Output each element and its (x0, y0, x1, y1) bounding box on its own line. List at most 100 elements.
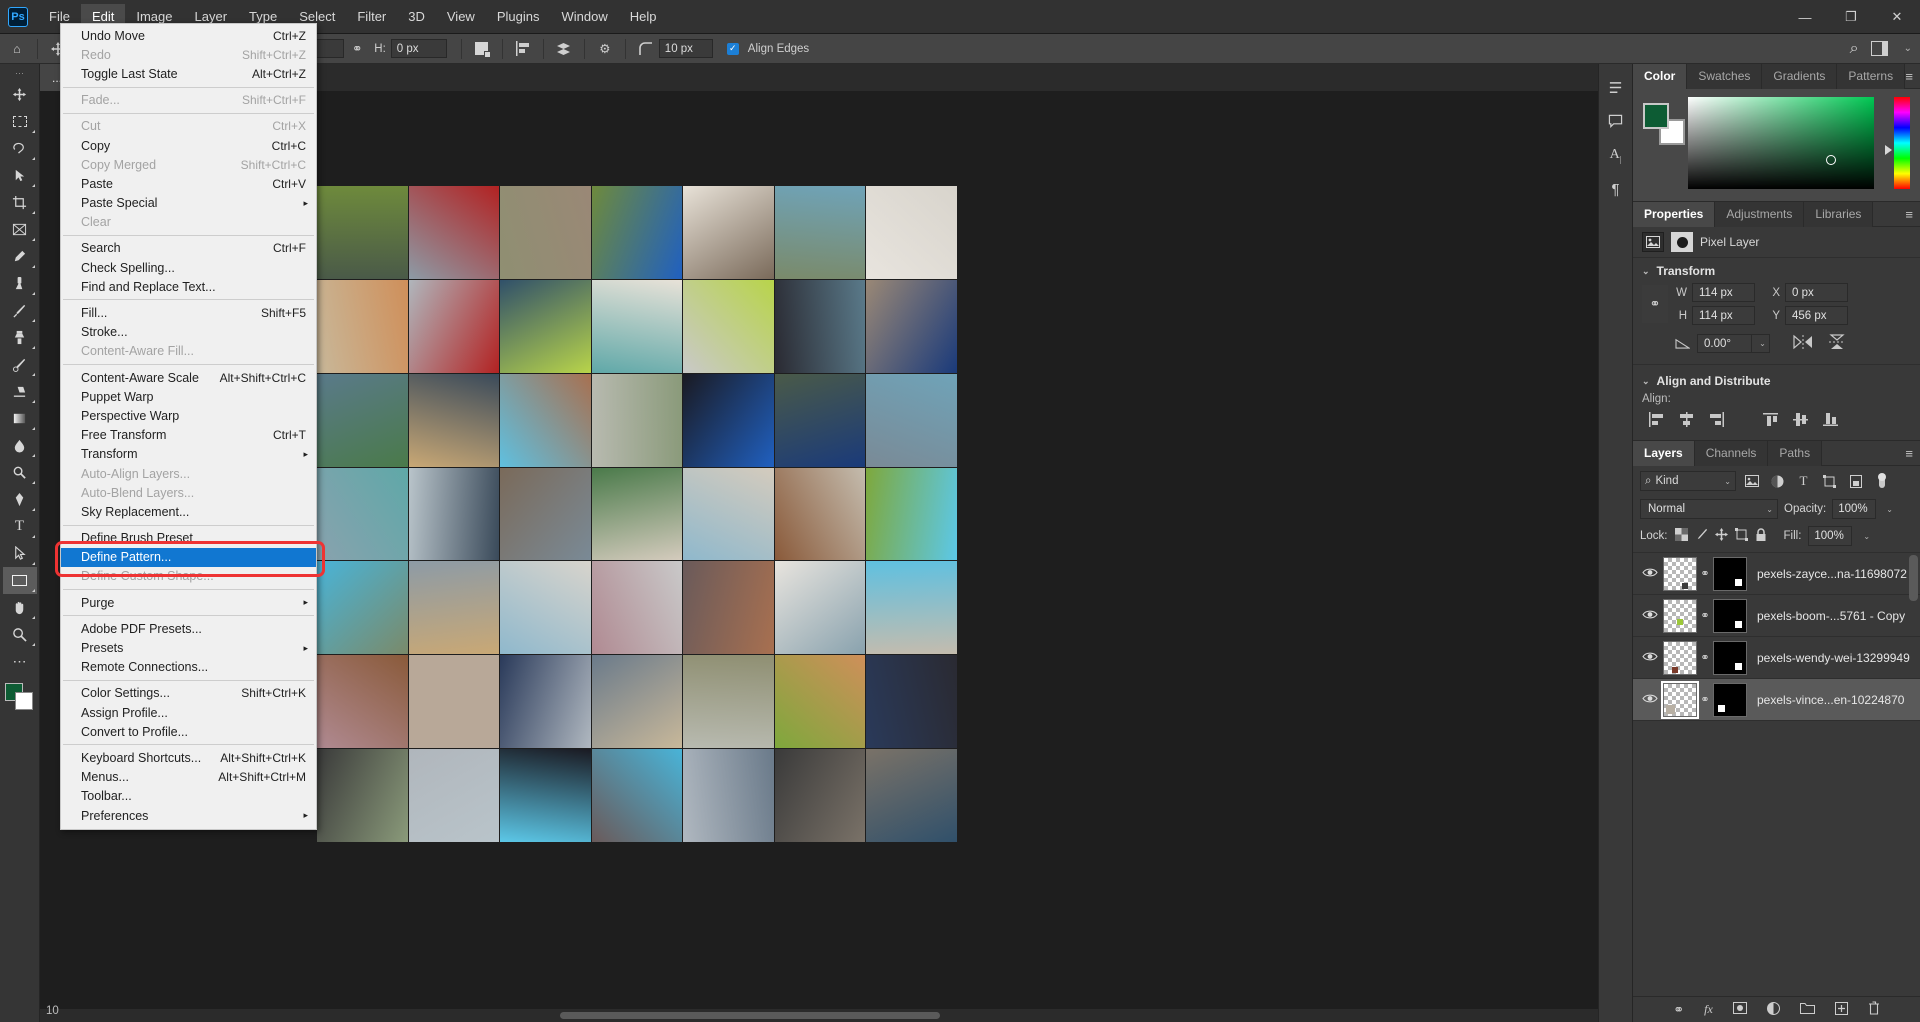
collage-photo[interactable] (409, 468, 500, 561)
add-layer-mask-icon[interactable] (1733, 1002, 1747, 1017)
collage-photo[interactable] (317, 280, 408, 373)
collage-photo[interactable] (409, 374, 500, 467)
collage-photo[interactable] (500, 561, 591, 654)
layer-visibility-icon[interactable] (1637, 609, 1663, 623)
menu-item-define-brush-preset[interactable]: Define Brush Preset (61, 529, 316, 548)
menu-filter[interactable]: Filter (346, 4, 397, 30)
collage-photo[interactable] (866, 561, 957, 654)
chevron-down-icon[interactable]: ⌄ (1642, 376, 1650, 387)
menu-item-toolbar[interactable]: Toolbar... (61, 787, 316, 806)
filter-pixel-icon[interactable] (1741, 471, 1762, 491)
height-input[interactable]: 0 px (391, 39, 447, 58)
path-alignment-icon[interactable] (510, 37, 536, 61)
collage-photo[interactable] (500, 655, 591, 748)
menu-item-find-and-replace-text[interactable]: Find and Replace Text... (61, 277, 316, 296)
lock-all-icon[interactable] (1755, 528, 1767, 545)
menu-help[interactable]: Help (619, 4, 668, 30)
menu-plugins[interactable]: Plugins (486, 4, 551, 30)
chevron-down-icon[interactable]: ⌄ (1863, 532, 1870, 541)
menu-item-transform[interactable]: Transform▸ (61, 445, 316, 464)
collage-photo[interactable] (409, 280, 500, 373)
foreground-color-swatch[interactable] (1643, 103, 1669, 129)
home-icon[interactable]: ⌂ (4, 37, 30, 61)
collage-photo[interactable] (317, 374, 408, 467)
toolbar-grip[interactable]: ⋯ (15, 68, 24, 79)
gear-icon[interactable]: ⚙ (592, 37, 618, 61)
collage-photo[interactable] (500, 749, 591, 842)
layer-mask-thumbnail[interactable] (1713, 599, 1747, 633)
restore-button[interactable]: ❐ (1828, 0, 1874, 34)
collage-photo[interactable] (317, 561, 408, 654)
collage-photo[interactable] (866, 468, 957, 561)
fill-input[interactable]: 100% (1808, 526, 1852, 546)
collage-photo[interactable] (317, 186, 408, 279)
tool-object-selection[interactable] (3, 162, 37, 189)
path-operations-icon[interactable] (469, 37, 495, 61)
filter-toggle-icon[interactable] (1871, 471, 1892, 491)
link-mask-icon[interactable]: ⚭ (1697, 609, 1713, 622)
tool-eraser[interactable] (3, 378, 37, 405)
chevron-down-icon[interactable]: ⌄ (1642, 266, 1650, 277)
collage-photo[interactable] (500, 374, 591, 467)
menu-item-assign-profile[interactable]: Assign Profile... (61, 703, 316, 722)
menu-item-perspective-warp[interactable]: Perspective Warp (61, 406, 316, 425)
hue-slider[interactable] (1894, 97, 1910, 189)
background-color-swatch[interactable] (15, 692, 33, 710)
create-adjustment-layer-icon[interactable] (1767, 1002, 1780, 1018)
tab-patterns[interactable]: Patterns (1837, 64, 1905, 89)
layer-thumbnail[interactable] (1663, 641, 1697, 675)
layer-name[interactable]: pexels-wendy-wei-13299949 (1757, 651, 1910, 665)
collage-photo[interactable] (592, 374, 683, 467)
layer-row[interactable]: ⚭ pexels-boom-...5761 - Copy (1633, 595, 1920, 637)
collage-photo[interactable] (866, 186, 957, 279)
layer-thumbnail[interactable] (1663, 683, 1697, 717)
tool-rectangular-marquee[interactable] (3, 108, 37, 135)
collage-photo[interactable] (775, 186, 866, 279)
menu-item-purge[interactable]: Purge▸ (61, 593, 316, 612)
collage-photo[interactable] (500, 280, 591, 373)
chevron-down-icon[interactable]: ⌄ (1886, 505, 1893, 514)
search-icon[interactable]: ⌕ (1850, 40, 1859, 58)
color-picker-field[interactable] (1688, 97, 1874, 189)
menu-item-color-settings[interactable]: Color Settings...Shift+Ctrl+K (61, 684, 316, 703)
collage-photo[interactable] (683, 749, 774, 842)
tool-clone-stamp[interactable] (3, 324, 37, 351)
layer-row[interactable]: ⚭ pexels-vince...en-10224870 (1633, 679, 1920, 721)
collage-photo[interactable] (866, 280, 957, 373)
delete-layer-icon[interactable] (1868, 1001, 1880, 1018)
color-picker-cursor[interactable] (1826, 155, 1836, 165)
collage-photo[interactable] (683, 468, 774, 561)
collage-photo[interactable] (592, 468, 683, 561)
hue-slider-handle[interactable] (1885, 145, 1892, 155)
chevron-down-icon[interactable]: ⌄ (1904, 43, 1912, 54)
collage-photo[interactable] (592, 749, 683, 842)
flip-horizontal-icon[interactable] (1792, 334, 1814, 353)
menu-item-menus[interactable]: Menus...Alt+Shift+Ctrl+M (61, 768, 316, 787)
collage-photo[interactable] (775, 561, 866, 654)
link-mask-icon[interactable]: ⚭ (1697, 651, 1713, 664)
collage-photo[interactable] (683, 280, 774, 373)
menu-item-define-pattern[interactable]: Define Pattern... (61, 548, 316, 567)
filter-adjustment-icon[interactable] (1767, 471, 1788, 491)
angle-dropdown[interactable]: ⌄ (1752, 334, 1770, 353)
layer-row[interactable]: ⚭ pexels-wendy-wei-13299949 (1633, 637, 1920, 679)
collage-photo[interactable] (500, 186, 591, 279)
layer-style-icon[interactable]: fx (1704, 1002, 1713, 1017)
filter-shape-icon[interactable] (1819, 471, 1840, 491)
filter-type-icon[interactable]: T (1793, 471, 1814, 491)
collage-photo[interactable] (866, 374, 957, 467)
align-section-header[interactable]: ⌄ Align and Distribute (1633, 364, 1920, 391)
collage-photo[interactable] (775, 749, 866, 842)
image-collage[interactable] (317, 186, 957, 842)
collage-photo[interactable] (775, 655, 866, 748)
history-panel-icon[interactable] (1601, 72, 1631, 102)
tool-lasso[interactable] (3, 135, 37, 162)
layer-visibility-icon[interactable] (1637, 651, 1663, 665)
tool-gradient[interactable] (3, 405, 37, 432)
close-button[interactable]: ✕ (1874, 0, 1920, 34)
menu-item-puppet-warp[interactable]: Puppet Warp (61, 387, 316, 406)
tool-path-selection[interactable] (3, 540, 37, 567)
collage-photo[interactable] (592, 280, 683, 373)
create-layer-icon[interactable] (1835, 1002, 1848, 1018)
align-vertical-centers-icon[interactable] (1786, 408, 1814, 430)
